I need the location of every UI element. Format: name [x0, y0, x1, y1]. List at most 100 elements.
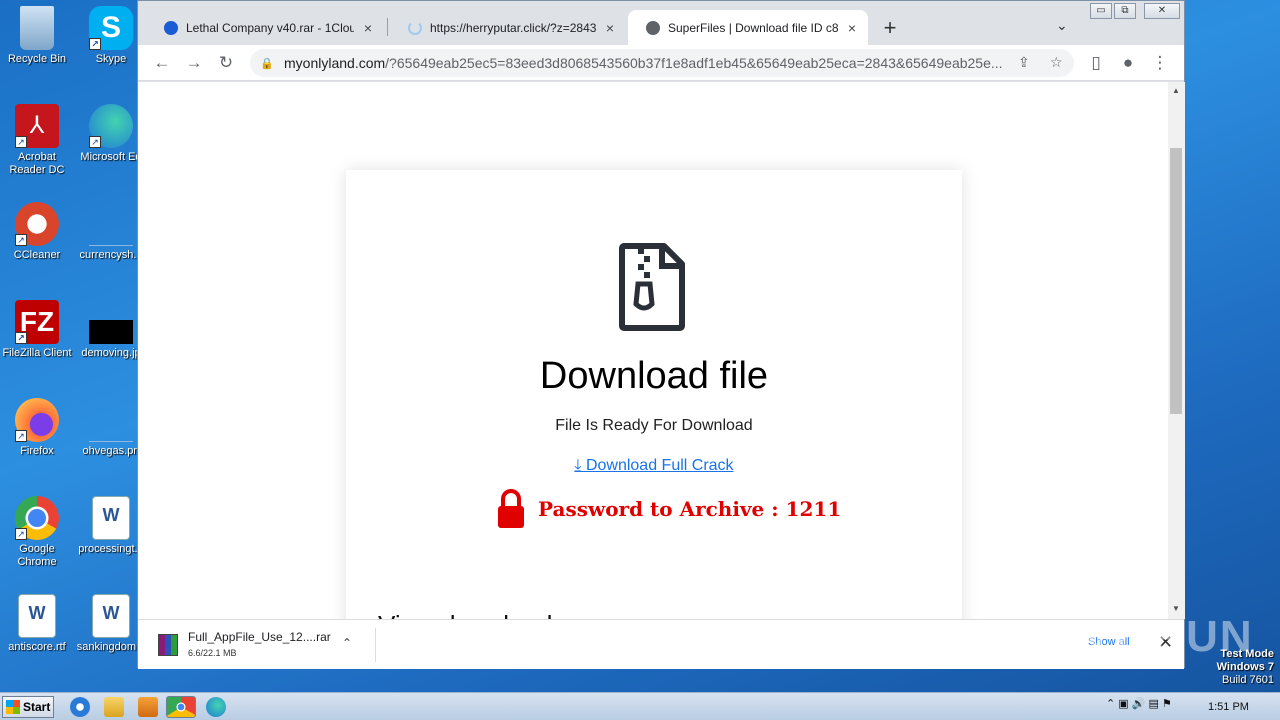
rar-file-icon — [158, 634, 178, 656]
windows-logo-icon — [6, 700, 20, 714]
address-url[interactable]: myonlyland.com/?65649eab25ec5=83eed3d806… — [284, 55, 1024, 71]
tab-lethal-company[interactable]: Lethal Company v40.rar - 1Cloud Fil × — [146, 10, 384, 45]
loading-spinner-icon — [408, 20, 422, 35]
chrome-taskbar-icon[interactable] — [166, 696, 196, 718]
edge-icon: ↗ — [89, 104, 133, 148]
ready-text: File Is Ready For Download — [555, 417, 753, 434]
desktop-icon-label: currencysh... — [79, 249, 143, 261]
os-watermark-line: Build 7601 — [1222, 674, 1274, 686]
desktop-icon-label: Google Chrome — [17, 543, 57, 568]
desktop-icon-label: Microsoft Ed — [80, 151, 142, 163]
system-tray-icons[interactable]: ⌃ ▣ 🔊 ▤ ⚑ — [1106, 697, 1172, 710]
archive-password: Password to Archive : 1211 — [496, 488, 841, 530]
skype-icon: S ↗ — [89, 6, 133, 50]
lock-icon: 🔒 — [260, 57, 274, 70]
word-doc-icon: W — [92, 496, 130, 540]
word-doc-icon: W — [18, 594, 56, 638]
desktop-icon-label: sankingdom... — [76, 641, 146, 653]
cloud-favicon-icon — [164, 20, 178, 35]
desktop-icon-antiscore[interactable]: W antiscore.rtf — [0, 594, 74, 654]
taskbar-clock[interactable]: 1:51 PM — [1208, 701, 1249, 713]
restore-button[interactable]: ⧉ — [1114, 3, 1136, 19]
tab-title: Lethal Company v40.rar - 1Cloud Fil — [186, 20, 354, 35]
acrobat-icon: ⅄ ↗ — [15, 104, 59, 148]
desktop-icon-label: Recycle Bin — [7, 53, 67, 65]
desktop-icon-label: Skype — [95, 53, 127, 65]
browser-toolbar: ← → ↻ 🔒 myonlyland.com/?65649eab25ec5=83… — [138, 45, 1184, 81]
close-window-button[interactable]: ✕ — [1144, 3, 1180, 19]
share-icon[interactable]: ⇪ — [1018, 54, 1030, 71]
image-file-icon — [89, 320, 133, 344]
bookmark-star-icon[interactable]: ☆ — [1050, 54, 1063, 71]
tab-close-icon[interactable]: × — [602, 20, 618, 36]
desktop-icon-label: Firefox — [20, 445, 54, 457]
desktop-icon-chrome[interactable]: ↗ Google Chrome — [0, 496, 74, 569]
ie-taskbar-icon[interactable] — [70, 697, 90, 717]
download-file-name: Full_AppFile_Use_12....rar — [188, 630, 331, 644]
desktop-icon-recycle-bin[interactable]: Recycle Bin — [0, 6, 74, 66]
start-label: Start — [23, 700, 51, 714]
tab-search-button[interactable]: ⌄ — [1056, 17, 1068, 34]
scroll-thumb[interactable] — [1170, 148, 1182, 414]
desktop-icon-firefox[interactable]: ↗ Firefox — [0, 398, 74, 458]
filezilla-icon: FZ ↗ — [15, 300, 59, 344]
scroll-up-icon[interactable]: ▲ — [1172, 86, 1180, 95]
start-button[interactable]: Start — [2, 696, 54, 718]
blank-file-icon — [89, 398, 133, 442]
tab-title: https://herryputar.click/?z=2843&= — [430, 20, 596, 35]
media-player-taskbar-icon[interactable] — [138, 697, 158, 717]
reload-button[interactable]: ↻ — [214, 51, 238, 75]
taskbar: Start ⌃ ▣ 🔊 ▤ ⚑ 1:51 PM — [0, 692, 1280, 720]
tab-superfiles[interactable]: SuperFiles | Download file ID c8efe1 × — [628, 10, 868, 45]
side-panel-icon[interactable]: ▯ — [1084, 51, 1108, 75]
firefox-icon: ↗ — [15, 398, 59, 442]
profile-avatar-icon[interactable]: ● — [1116, 51, 1140, 75]
tab-close-icon[interactable]: × — [844, 20, 860, 36]
tab-title: SuperFiles | Download file ID c8efe1 — [668, 20, 838, 35]
desktop-icon-label: Acrobat Reader DC — [9, 151, 65, 176]
desktop-icon-ccleaner[interactable]: ↗ CCleaner — [0, 202, 74, 262]
desktop-icon-filezilla[interactable]: FZ ↗ FileZilla Client — [0, 300, 74, 360]
password-text: Password to Archive : 1211 — [538, 497, 842, 521]
blank-file-icon — [89, 202, 133, 246]
os-watermark: Test Mode Windows 7 Build 7601 — [1217, 648, 1274, 687]
ccleaner-icon: ↗ — [15, 202, 59, 246]
explorer-taskbar-icon[interactable] — [104, 697, 124, 717]
desktop-icon-label: CCleaner — [13, 249, 61, 261]
page-title: Download file — [539, 355, 769, 397]
edge-taskbar-icon[interactable] — [206, 697, 226, 717]
tab-close-icon[interactable]: × — [360, 20, 376, 36]
desktop-icon-label: FileZilla Client — [2, 347, 72, 359]
desktop-icon-acrobat[interactable]: ⅄ ↗ Acrobat Reader DC — [0, 104, 74, 177]
new-tab-button[interactable]: + — [878, 15, 902, 41]
padlock-icon — [498, 489, 524, 528]
tab-separator — [387, 18, 388, 36]
page-scrollbar[interactable]: ▲ ▼ — [1168, 82, 1185, 619]
download-card: Download file File Is Ready For Download… — [346, 170, 962, 619]
page-viewport: Download file File Is Ready For Download… — [138, 82, 1168, 619]
os-watermark-line: Test Mode — [1220, 648, 1274, 660]
browser-window: Lethal Company v40.rar - 1Cloud Fil × ht… — [137, 0, 1185, 669]
url-host: myonlyland.com — [284, 55, 386, 71]
minimize-button[interactable]: ▭ — [1090, 3, 1112, 19]
os-watermark-line: Windows 7 — [1216, 661, 1274, 673]
desktop-icon-label: antiscore.rtf — [8, 641, 66, 653]
download-item[interactable]: Full_AppFile_Use_12....rar 6.6/22.1 MB ⌃ — [152, 628, 376, 662]
view-download-partial: View download — [378, 610, 552, 619]
tab-herryputar[interactable]: https://herryputar.click/?z=2843&= × — [390, 10, 626, 45]
chevron-up-icon[interactable]: ⌃ — [342, 636, 352, 650]
desktop-icon-label: demoving.jp — [81, 347, 141, 359]
download-progress-text: 6.6/22.1 MB — [188, 648, 237, 658]
recycle-bin-icon — [20, 6, 54, 50]
chrome-icon: ↗ — [15, 496, 59, 540]
back-button[interactable]: ← — [150, 51, 174, 75]
word-doc-icon: W — [92, 594, 130, 638]
menu-kebab-icon[interactable]: ⋮ — [1148, 51, 1172, 75]
download-full-crack-link[interactable]: ⤓ Download Full Crack — [346, 457, 962, 475]
zip-file-icon — [619, 243, 685, 331]
url-path: /?65649eab25ec5=83eed3d8068543560b37f1e8… — [385, 55, 1003, 71]
address-bar[interactable]: 🔒 myonlyland.com/?65649eab25ec5=83eed3d8… — [250, 49, 1074, 77]
forward-button[interactable]: → — [182, 51, 206, 75]
download-shelf: Full_AppFile_Use_12....rar 6.6/22.1 MB ⌃… — [138, 619, 1184, 669]
globe-favicon-icon — [646, 20, 660, 35]
